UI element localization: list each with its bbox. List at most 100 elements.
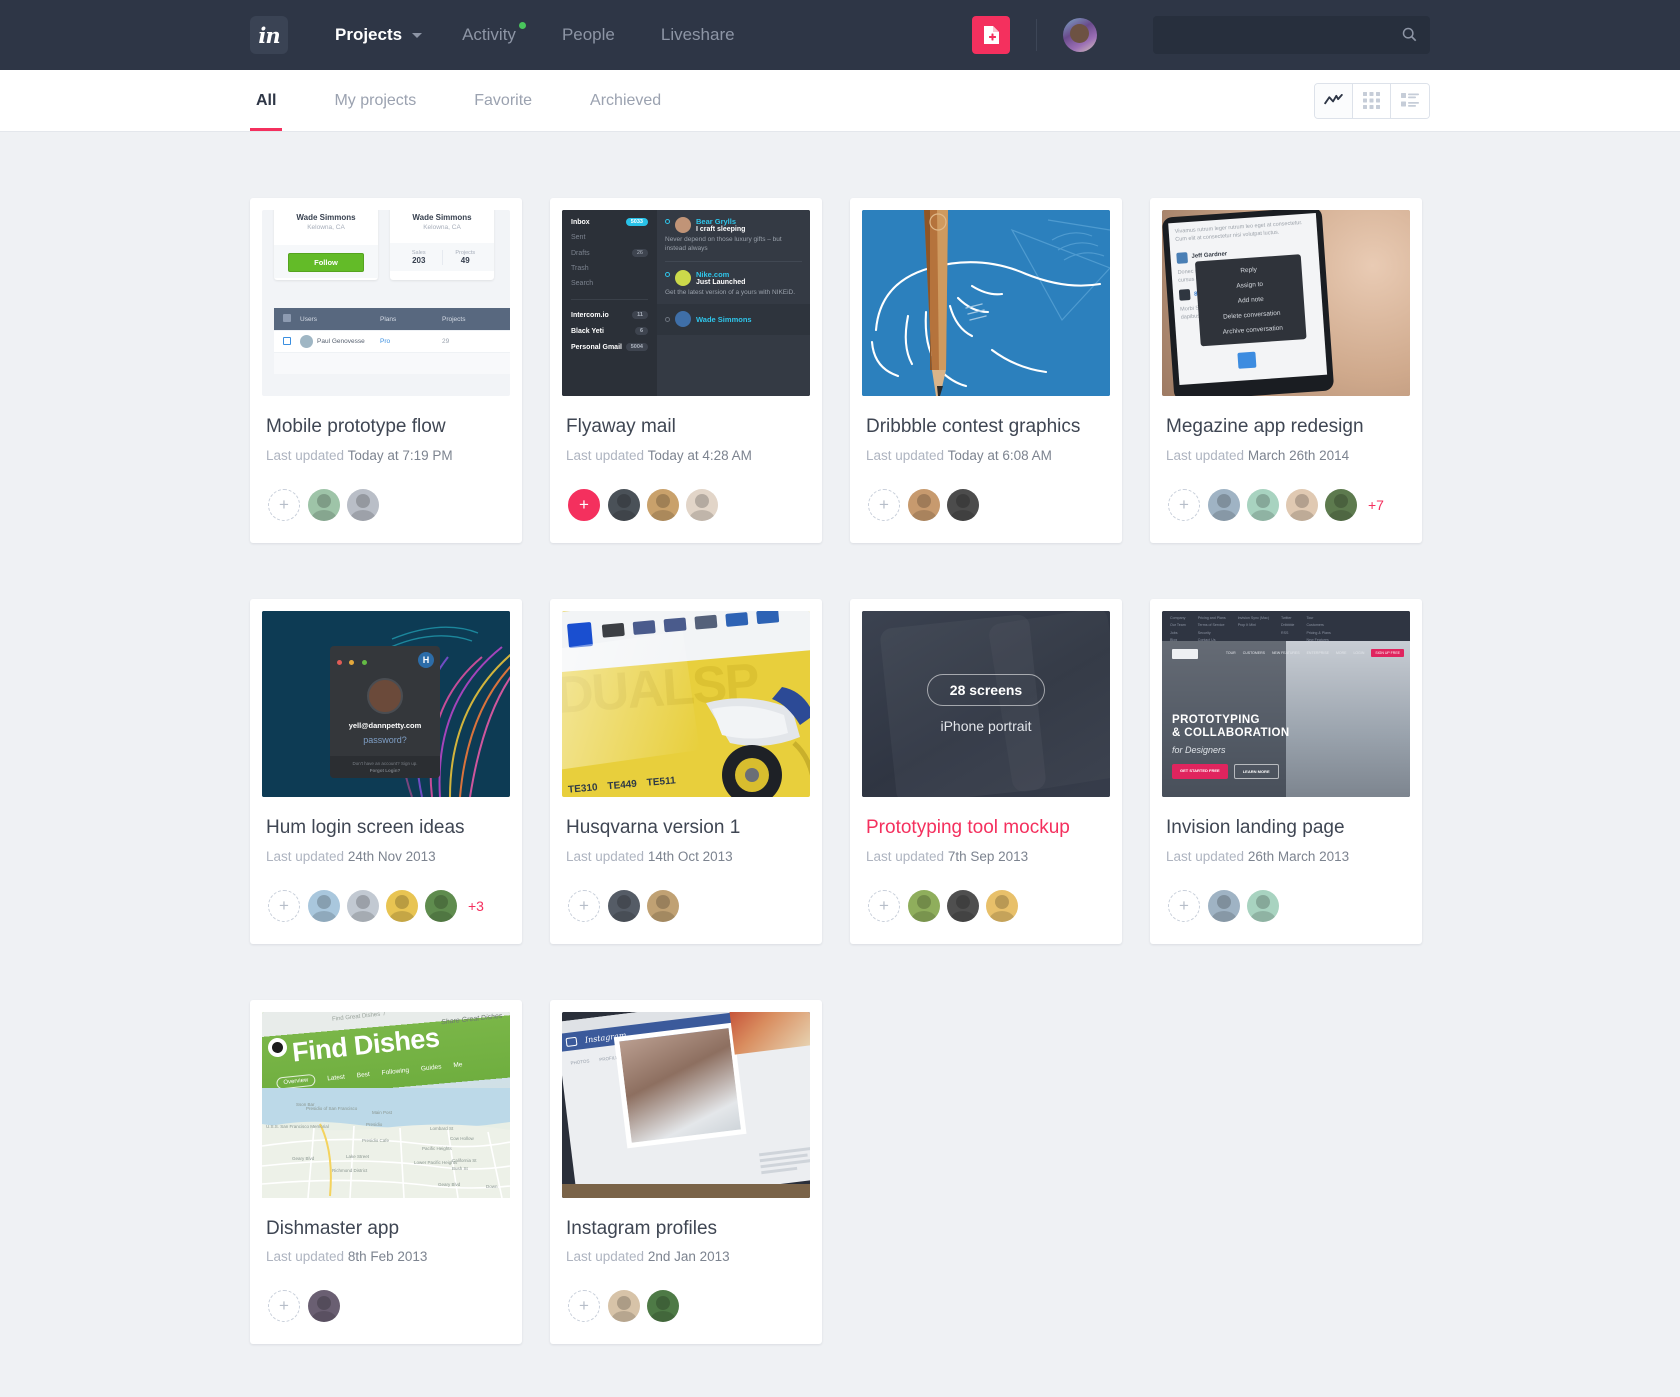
collaborator-avatar[interactable] <box>1286 488 1318 521</box>
search-icon[interactable] <box>1402 27 1417 42</box>
project-title[interactable]: Husqvarna version 1 <box>566 817 806 840</box>
collaborator-avatar[interactable] <box>608 488 640 521</box>
thumb-account-label: Personal Gmail <box>571 343 622 351</box>
collaborators-overflow-count[interactable]: +7 <box>1368 497 1384 513</box>
view-mode-toggle-group <box>1314 82 1430 119</box>
add-collaborator-button[interactable]: + <box>268 1290 300 1323</box>
view-toggle-activity[interactable] <box>1315 83 1353 118</box>
new-project-button[interactable] <box>972 16 1010 54</box>
add-collaborator-button[interactable]: + <box>568 488 600 521</box>
thumb-glare <box>562 630 700 771</box>
nav-item-activity[interactable]: Activity <box>462 22 526 45</box>
project-card[interactable]: Vivamus rutrum leger rutrum leo eget at … <box>1150 198 1422 543</box>
collaborator-avatar[interactable] <box>908 488 940 521</box>
add-collaborator-button[interactable]: + <box>868 488 900 521</box>
collaborator-avatar[interactable] <box>347 889 379 922</box>
thumb-mail-list: Bear Grylls I craft sleeping Never depen… <box>657 210 810 396</box>
add-collaborator-button[interactable]: + <box>1168 488 1200 521</box>
project-title[interactable]: Invision landing page <box>1166 817 1406 840</box>
collaborator-avatar[interactable] <box>986 889 1018 922</box>
project-thumbnail-flyaway-mail[interactable]: Inbox 5033 Sent Drafts 26 Trash Search I… <box>562 210 810 396</box>
project-title[interactable]: Instagram profiles <box>566 1218 806 1241</box>
chevron-down-icon[interactable] <box>412 32 423 38</box>
project-title[interactable]: Mobile prototype flow <box>266 416 506 439</box>
add-collaborator-button[interactable]: + <box>268 488 300 521</box>
add-collaborator-button[interactable]: + <box>268 889 300 922</box>
project-card[interactable]: Dribbble contest graphics Last updated T… <box>850 198 1122 543</box>
project-thumbnail-hum-login-screen-ideas[interactable]: H yell@dannpetty.com password? Don't hav… <box>262 610 510 797</box>
view-toggle-grid[interactable] <box>1353 83 1391 118</box>
project-title[interactable]: Dribbble contest graphics <box>866 416 1106 439</box>
project-card[interactable]: Wade Simmons Kelowna, CA Follow Wade Sim… <box>250 198 522 543</box>
project-thumbnail-dishmaster-app[interactable]: Find Great Dishes / Share Great Dishes F… <box>262 1011 510 1198</box>
project-title[interactable]: Dishmaster app <box>266 1218 506 1241</box>
project-title[interactable]: Megazine app redesign <box>1166 416 1406 439</box>
project-thumbnail-mobile-prototype-flow[interactable]: Wade Simmons Kelowna, CA Follow Wade Sim… <box>262 210 510 396</box>
collaborator-avatar[interactable] <box>908 889 940 922</box>
collaborator-avatar[interactable] <box>347 488 379 521</box>
collaborator-avatar[interactable] <box>308 488 340 521</box>
project-thumbnail-invision-landing-page[interactable]: CompanyOur TeamJobsBlog Pricing and Plan… <box>1162 610 1410 797</box>
project-title[interactable]: Flyaway mail <box>566 416 806 439</box>
add-collaborator-button[interactable]: + <box>868 889 900 922</box>
add-collaborator-button[interactable]: + <box>1168 889 1200 922</box>
collaborator-avatar[interactable] <box>1325 488 1357 521</box>
project-thumbnail-dribbble-contest-graphics[interactable] <box>862 210 1110 396</box>
project-updated-meta: Last updated Today at 6:08 AM <box>866 448 1106 463</box>
thumb-user-avatar <box>367 677 403 714</box>
project-card[interactable]: CompanyOur TeamJobsBlog Pricing and Plan… <box>1150 598 1422 944</box>
search-box[interactable] <box>1153 16 1430 54</box>
project-card[interactable]: Find Great Dishes / Share Great Dishes F… <box>250 999 522 1345</box>
thumb-unread-dot-icon <box>665 316 670 322</box>
meta-prefix: Last updated <box>266 447 345 463</box>
collaborator-avatar[interactable] <box>425 889 457 922</box>
collaborator-avatar[interactable] <box>647 1290 679 1323</box>
collaborator-avatar[interactable] <box>386 889 418 922</box>
view-toggle-list[interactable] <box>1391 83 1429 118</box>
thumb-mail-item: Wade Simmons <box>657 304 810 336</box>
add-collaborator-button[interactable]: + <box>568 889 600 922</box>
project-thumbnail-husqvarna-version-1[interactable]: DUALSP TE310 TE449 TE511 <box>562 610 810 797</box>
collaborator-avatar[interactable] <box>608 1290 640 1323</box>
collaborator-avatar[interactable] <box>947 889 979 922</box>
user-avatar[interactable] <box>1063 18 1097 52</box>
tab-my-projects[interactable]: My projects <box>328 70 422 131</box>
collaborator-avatar[interactable] <box>647 889 679 922</box>
project-thumbnail-prototyping-tool-mockup[interactable]: 28 screens iPhone portrait <box>862 610 1110 797</box>
collaborator-avatar[interactable] <box>686 488 718 521</box>
project-title[interactable]: Hum login screen ideas <box>266 817 506 840</box>
maximize-traffic-light-icon <box>361 659 367 665</box>
add-collaborator-button[interactable]: + <box>568 1290 600 1323</box>
tab-archieved[interactable]: Archieved <box>584 70 667 131</box>
collaborator-avatar[interactable] <box>1208 488 1240 521</box>
collaborators-overflow-count[interactable]: +3 <box>468 898 484 914</box>
collaborator-avatar[interactable] <box>1208 889 1240 922</box>
project-card[interactable]: 28 screens iPhone portrait Prototyping t… <box>850 598 1122 944</box>
collaborator-avatar[interactable] <box>947 488 979 521</box>
nav-item-liveshare[interactable]: Liveshare <box>661 25 735 45</box>
project-thumbnail-instagram-profiles[interactable]: Instagram PHOTOS PROFILE <box>562 1011 810 1198</box>
project-thumbnail-megazine-app-redesign[interactable]: Vivamus rutrum leger rutrum leo eget at … <box>1162 210 1410 396</box>
search-input[interactable] <box>1153 16 1430 54</box>
collaborator-avatar[interactable] <box>608 889 640 922</box>
invision-logo[interactable]: in <box>250 16 288 54</box>
collaborator-avatar[interactable] <box>308 889 340 922</box>
collaborator-avatar[interactable] <box>308 1290 340 1323</box>
collaborator-avatar[interactable] <box>1247 488 1279 521</box>
project-card[interactable]: Instagram PHOTOS PROFILE Instagram profi… <box>550 999 822 1345</box>
thumb-table-header: Users Plans Projects <box>274 308 510 330</box>
nav-item-projects[interactable]: Projects <box>335 25 402 45</box>
meta-prefix: Last updated <box>266 848 345 864</box>
tab-favorite[interactable]: Favorite <box>468 70 538 131</box>
project-card[interactable]: H yell@dannpetty.com password? Don't hav… <box>250 598 522 944</box>
thumb-row-plan: Pro <box>380 338 391 345</box>
nav-item-people[interactable]: People <box>562 25 615 45</box>
thumb-nav-item: Following <box>381 1065 410 1076</box>
project-card-body: Megazine app redesign Last updated March… <box>1162 396 1410 543</box>
project-card[interactable]: Inbox 5033 Sent Drafts 26 Trash Search I… <box>550 198 822 543</box>
project-card[interactable]: DUALSP TE310 TE449 TE511 Husqvarna versi… <box>550 598 822 944</box>
collaborator-avatar[interactable] <box>647 488 679 521</box>
tab-all[interactable]: All <box>250 70 283 131</box>
collaborator-avatar[interactable] <box>1247 889 1279 922</box>
project-title[interactable]: Prototyping tool mockup <box>866 817 1106 840</box>
